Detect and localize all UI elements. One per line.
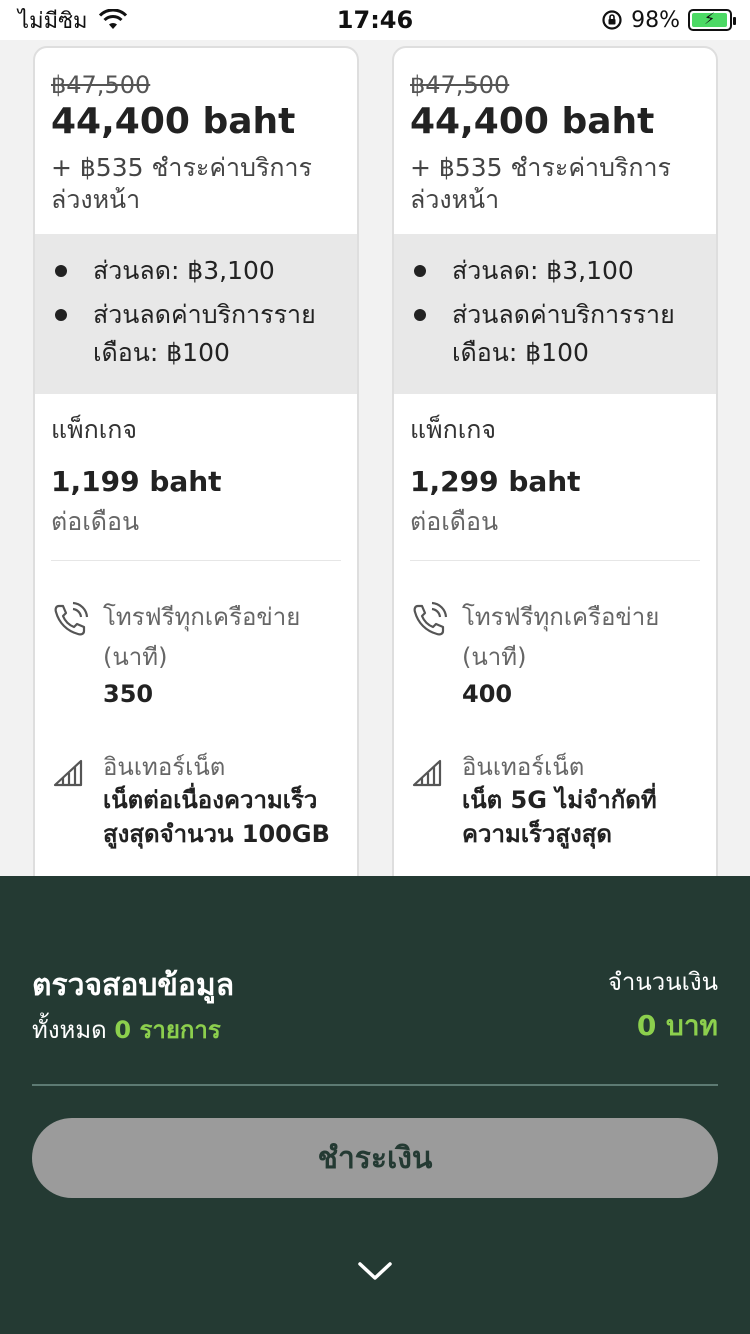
price-block: ฿47,500 44,400 baht + ฿535 ชำระค่าบริการ… <box>35 48 357 234</box>
amount-label: จำนวนเงิน <box>607 968 718 996</box>
package-price: 1,199 baht <box>51 465 222 498</box>
discount-text-line: ส่วนลดค่าบริการราย <box>93 300 316 329</box>
discount-text: ส่วนลดค่าบริการราย เดือน: ฿100 <box>93 296 316 372</box>
wifi-icon <box>98 9 127 29</box>
discount-text: ส่วนลดค่าบริการราย เดือน: ฿100 <box>452 296 675 372</box>
feature-title-line: โทรฟรีทุกเครือข่าย <box>462 603 660 631</box>
discount-text-line: ส่วนลดค่าบริการราย <box>452 300 675 329</box>
plan-card[interactable]: ฿47,500 44,400 baht + ฿535 ชำระค่าบริการ… <box>392 46 718 876</box>
feature-calls: โทรฟรีทุกเครือข่าย (นาที) 400 <box>394 561 716 711</box>
status-bar: ไม่มีซิม 17:46 98% ⚡ <box>0 0 750 40</box>
feature-title: โทรฟรีทุกเครือข่าย (นาที) <box>462 597 700 677</box>
advance-fee: + ฿535 ชำระค่าบริการ ล่วงหน้า <box>51 152 341 216</box>
carrier-label: ไม่มีซิม <box>18 8 88 34</box>
phone-call-icon <box>413 601 448 636</box>
feature-internet: อินเทอร์เน็ต เน็ต 5G ไม่จำกัดที่ ความเร็… <box>394 711 716 851</box>
package-label: แพ็กเกจ <box>410 415 497 444</box>
discount-block: ส่วนลด: ฿3,100 ส่วนลดค่าบริการราย เดือน:… <box>35 234 357 394</box>
feature-title: อินเทอร์เน็ต <box>462 753 585 781</box>
status-time: 17:46 <box>336 6 414 34</box>
package-block: แพ็กเกจ 1,299 baht ต่อเดือน <box>394 394 716 540</box>
feature-title-line: (นาที) <box>462 643 527 671</box>
discount-item: ส่วนลดค่าบริการราย เดือน: ฿100 <box>51 296 341 372</box>
advance-fee-line: + ฿535 ชำระค่าบริการ <box>51 153 312 182</box>
device-price: 44,400 baht <box>410 101 655 142</box>
discount-text-line: เดือน: ฿100 <box>452 338 589 367</box>
feature-value-line: สูงสุดจำนวน 100GB <box>103 820 330 848</box>
item-count-value: 0 รายการ <box>114 1016 221 1044</box>
per-month-label: ต่อเดือน <box>410 507 499 536</box>
total-label: ทั้งหมด <box>32 1016 107 1044</box>
discount-text: ส่วนลด: ฿3,100 <box>452 256 634 285</box>
feature-title-line: โทรฟรีทุกเครือข่าย <box>103 603 301 631</box>
chevron-down-icon[interactable] <box>350 1256 400 1286</box>
signal-icon <box>53 759 83 787</box>
discount-block: ส่วนลด: ฿3,100 ส่วนลดค่าบริการราย เดือน:… <box>394 234 716 394</box>
item-count: ทั้งหมด 0 รายการ <box>32 1010 221 1049</box>
advance-fee-line: ล่วงหน้า <box>51 185 141 214</box>
feature-title-line: (นาที) <box>103 643 168 671</box>
battery-percent: 98% <box>631 7 680 33</box>
feature-value-line: ความเร็วสูงสุด <box>462 820 612 848</box>
plan-cards: ฿47,500 44,400 baht + ฿535 ชำระค่าบริการ… <box>0 46 750 876</box>
feature-calls: โทรฟรีทุกเครือข่าย (นาที) 350 <box>35 561 357 711</box>
advance-fee-line: ล่วงหน้า <box>410 185 500 214</box>
summary-title: ตรวจสอบข้อมูล <box>32 968 235 1003</box>
bullet-icon <box>414 265 426 277</box>
device-price: 44,400 baht <box>51 101 296 142</box>
feature-value: 400 <box>462 680 513 708</box>
divider <box>32 1084 718 1086</box>
bullet-icon <box>414 309 426 321</box>
package-price: 1,299 baht <box>410 465 581 498</box>
discount-item: ส่วนลด: ฿3,100 <box>51 252 341 290</box>
plan-card[interactable]: ฿47,500 44,400 baht + ฿535 ชำระค่าบริการ… <box>33 46 359 876</box>
discount-item: ส่วนลด: ฿3,100 <box>410 252 700 290</box>
signal-icon <box>412 759 442 787</box>
feature-title: โทรฟรีทุกเครือข่าย (นาที) <box>103 597 341 677</box>
checkout-panel: ตรวจสอบข้อมูล ทั้งหมด 0 รายการ จำนวนเงิน… <box>0 876 750 1334</box>
pay-button[interactable]: ชำระเงิน <box>32 1118 718 1198</box>
phone-call-icon <box>54 601 89 636</box>
feature-value: เน็ต 5G ไม่จำกัดที่ ความเร็วสูงสุด <box>462 783 700 851</box>
per-month-label: ต่อเดือน <box>51 507 140 536</box>
feature-title: อินเทอร์เน็ต <box>103 753 226 781</box>
bullet-icon <box>55 265 67 277</box>
bullet-icon <box>55 309 67 321</box>
old-price: ฿47,500 <box>410 71 510 99</box>
rotation-lock-icon <box>602 10 622 30</box>
old-price: ฿47,500 <box>51 71 151 99</box>
package-label: แพ็กเกจ <box>51 415 138 444</box>
advance-fee-line: + ฿535 ชำระค่าบริการ <box>410 153 671 182</box>
feature-internet: อินเทอร์เน็ต เน็ตต่อเนื่องความเร็ว สูงสุ… <box>35 711 357 851</box>
feature-value: เน็ตต่อเนื่องความเร็ว สูงสุดจำนวน 100GB <box>103 783 341 851</box>
discount-item: ส่วนลดค่าบริการราย เดือน: ฿100 <box>410 296 700 372</box>
package-block: แพ็กเกจ 1,199 baht ต่อเดือน <box>35 394 357 540</box>
feature-value-line: เน็ต 5G ไม่จำกัดที่ <box>462 786 657 814</box>
amount-value: 0 บาท <box>636 1009 718 1042</box>
advance-fee: + ฿535 ชำระค่าบริการ ล่วงหน้า <box>410 152 700 216</box>
feature-value: 350 <box>103 680 154 708</box>
feature-value-line: เน็ตต่อเนื่องความเร็ว <box>103 786 318 814</box>
discount-text: ส่วนลด: ฿3,100 <box>93 256 275 285</box>
discount-text-line: เดือน: ฿100 <box>93 338 230 367</box>
summary-row: ตรวจสอบข้อมูล ทั้งหมด 0 รายการ จำนวนเงิน… <box>32 962 718 1052</box>
price-block: ฿47,500 44,400 baht + ฿535 ชำระค่าบริการ… <box>394 48 716 234</box>
battery-charging-icon: ⚡ <box>688 9 736 31</box>
